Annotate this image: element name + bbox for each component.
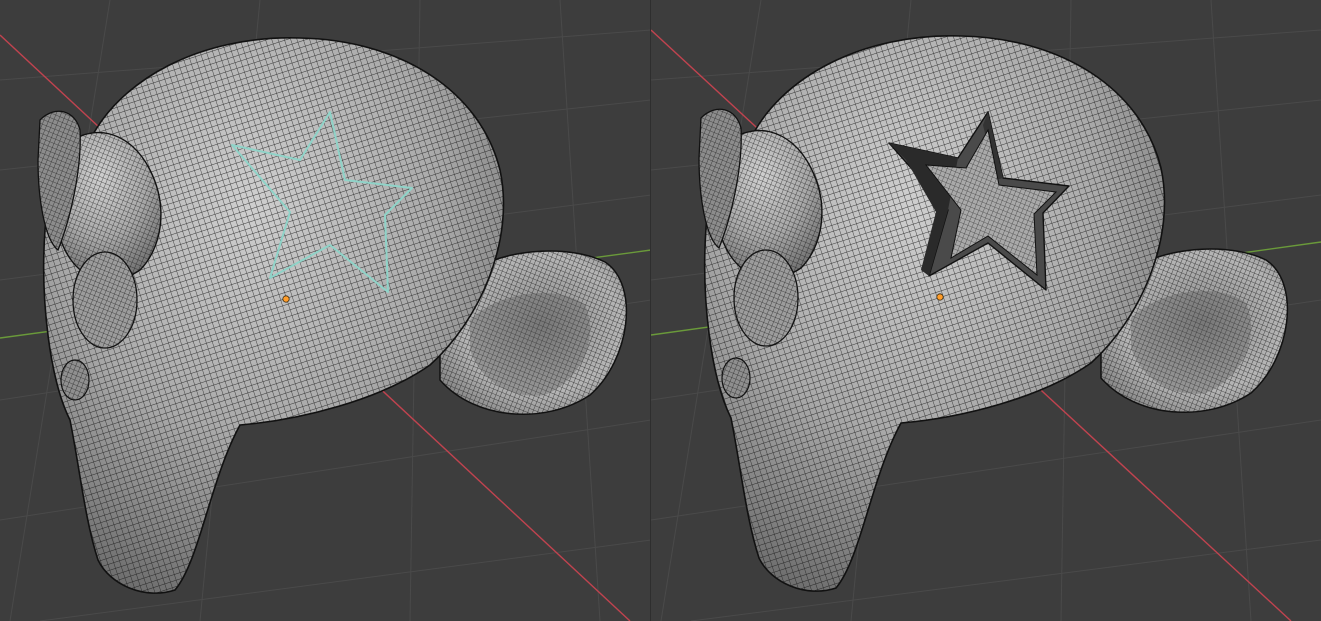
viewport-right[interactable] — [651, 0, 1321, 621]
monkey-mesh[interactable] — [698, 35, 1289, 592]
origin-point-icon — [936, 293, 944, 301]
origin-point-icon — [282, 295, 290, 303]
viewport-left[interactable] — [0, 0, 651, 621]
